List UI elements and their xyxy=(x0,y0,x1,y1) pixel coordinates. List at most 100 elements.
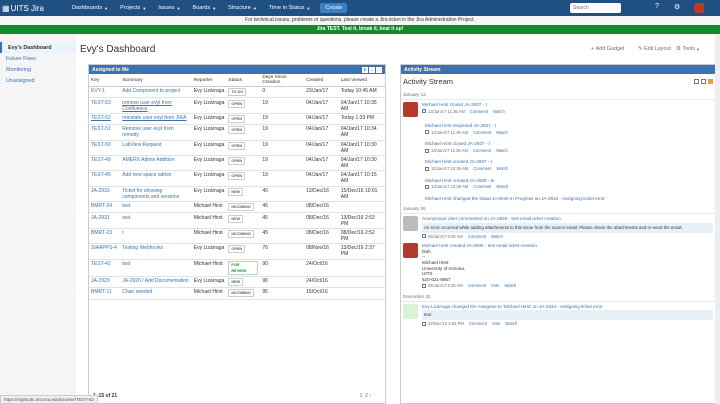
sidebar-item-future-fixes[interactable]: Future Fixes xyxy=(0,53,76,64)
issue-key-link[interactable]: TEST-45 xyxy=(91,172,111,178)
issue-summary-link[interactable]: remove user evyl from Confluence xyxy=(122,100,171,112)
activity-text[interactable]: Michael Hirst created JA-2937 - t xyxy=(425,159,713,165)
activity-action-comment[interactable]: Comment xyxy=(470,109,488,115)
issue-key-link[interactable]: JA-2929 xyxy=(91,278,110,284)
table-row[interactable]: JA-2931 test Michael Hirst NEW 45 08/Dec/16 13… xyxy=(89,212,385,229)
page-link[interactable]: 2 xyxy=(365,393,368,399)
nav-boards[interactable]: Boards ▼ xyxy=(186,0,222,16)
issue-key-link[interactable]: JA-2933 xyxy=(91,188,110,194)
column-header[interactable]: Key xyxy=(89,74,121,87)
table-row[interactable]: BMRT-23 t Michael Hirst INCOMING 45 08/Dec/16… xyxy=(89,228,385,245)
issue-key-link[interactable]: BMRT-23 xyxy=(91,230,112,236)
activity-action-comment[interactable]: Comment xyxy=(468,283,486,289)
app-switcher-icon[interactable]: ▦ xyxy=(2,4,10,13)
table-row[interactable]: EVY-1 Add Component to project Evy Lizárra… xyxy=(89,86,385,99)
table-row[interactable]: BMRT-24 test Michael Hirst INCOMING 45 08/Dec… xyxy=(89,201,385,214)
activity-action-watch[interactable]: Watch xyxy=(504,283,516,289)
table-row[interactable]: TEST-53 remove user evyl from Confluence E… xyxy=(89,97,385,114)
maximize-icon[interactable]: □ xyxy=(376,66,382,73)
page-link[interactable]: 1 xyxy=(360,393,363,399)
issue-key-link[interactable]: TEST-42 xyxy=(91,261,111,267)
column-header[interactable]: Status xyxy=(226,74,261,87)
tools-menu-button[interactable]: ⚙ Tools ▼ xyxy=(676,46,700,52)
issue-key-link[interactable]: BMRT-11 xyxy=(91,289,112,295)
table-row[interactable]: BMRT-11 Chair needed Michael Hirst INCOMING… xyxy=(89,287,385,300)
user-avatar[interactable] xyxy=(694,3,704,13)
activity-action-watch[interactable]: Watch xyxy=(491,234,503,240)
avatar[interactable] xyxy=(403,243,418,259)
activity-action-comment[interactable]: Comment xyxy=(473,166,491,172)
activity-action-watch[interactable]: Watch xyxy=(493,109,505,115)
activity-text[interactable]: Michael Hirst changed the status to Work… xyxy=(425,196,713,202)
avatar[interactable] xyxy=(403,102,418,117)
activity-action-watch[interactable]: Watch xyxy=(496,166,508,172)
table-row[interactable]: JA-2929 JA-2920 / Add Documentation Evy Li… xyxy=(89,276,385,289)
activity-action-watch[interactable]: Watch xyxy=(496,130,508,136)
activity-action-vote[interactable]: Vote xyxy=(492,321,500,327)
table-row[interactable]: TEST-51 Remove user evyl from remedy Evy L… xyxy=(89,124,385,141)
issue-summary-link[interactable]: Chair needed xyxy=(122,289,152,295)
activity-action-watch[interactable]: Watch xyxy=(496,148,508,154)
activity-text[interactable]: Michael Hirst reopened JA-2937 - t xyxy=(425,123,713,129)
activity-action-vote[interactable]: Vote xyxy=(491,283,499,289)
page-scrollbar[interactable] xyxy=(715,34,720,404)
issue-summary-link[interactable]: Add Component to project xyxy=(122,88,180,94)
search-input[interactable] xyxy=(570,3,621,13)
activity-text[interactable]: Anonymous User commented on JA-2935 - te… xyxy=(422,216,713,222)
table-row[interactable]: TEST-45 Add new space admin Evy Lizárraga O… xyxy=(89,170,385,187)
sidebar-item-monitoring[interactable]: Monitoring xyxy=(0,64,76,75)
nav-issues[interactable]: Issues ▼ xyxy=(152,0,186,16)
sidebar-item-evys-dashboard[interactable]: Evy's Dashboard xyxy=(0,42,76,53)
activity-text[interactable]: Michael Hirst created JA-2936 - te xyxy=(425,178,713,184)
column-header[interactable]: Days Since Creation xyxy=(260,74,305,87)
column-header[interactable]: Created xyxy=(304,74,339,87)
table-row[interactable]: TEST-42 test Michael Hirst FOR REVIEW 90 24/O… xyxy=(89,259,385,277)
avatar[interactable] xyxy=(403,216,418,232)
app-logo[interactable]: ▦ UITS Jira xyxy=(2,4,66,13)
refresh-icon[interactable]: ↻ xyxy=(362,66,368,73)
sidebar-item-unassigned[interactable]: Unassigned xyxy=(0,75,76,86)
nav-projects[interactable]: Projects ▼ xyxy=(114,0,152,16)
add-gadget-button[interactable]: + Add Gadget xyxy=(591,46,624,52)
issue-key-link[interactable]: TEST-50 xyxy=(91,142,111,148)
issue-summary-link[interactable]: JA-2920 / Add Documentation xyxy=(122,278,188,284)
column-header[interactable]: Last Viewed xyxy=(338,74,385,87)
issue-summary-link[interactable]: Add new space admin xyxy=(122,172,171,178)
issue-summary-link[interactable]: test xyxy=(122,261,130,267)
activity-action-comment[interactable]: Comment xyxy=(473,130,491,136)
issue-summary-link[interactable]: Remove user evyl from remedy xyxy=(122,126,173,138)
edit-layout-button[interactable]: ✎ Edit Layout xyxy=(638,46,671,52)
filter-icon[interactable] xyxy=(693,79,699,84)
activity-action-comment[interactable]: Comment xyxy=(473,184,491,190)
activity-action-watch[interactable]: Watch xyxy=(505,321,517,327)
activity-text[interactable]: Evy Lizárraga changed the Assignee to 'M… xyxy=(422,304,713,310)
nav-dashboards[interactable]: Dashboards ▼ xyxy=(66,0,114,16)
issue-summary-link[interactable]: AMERX Admin Addition xyxy=(122,157,174,163)
table-row[interactable]: JA-2933 Ticket for showing components and… xyxy=(89,186,385,203)
gear-icon[interactable]: ⚙ xyxy=(674,3,680,11)
column-header[interactable]: Summary xyxy=(120,74,192,87)
issue-summary-link[interactable]: Testing Webhooks xyxy=(122,245,163,251)
column-header[interactable]: Reporter xyxy=(191,74,227,87)
nav-structure[interactable]: Structure ▼ xyxy=(222,0,263,16)
table-row[interactable]: TEST-52 reinstate user evyl from JIRA Evy … xyxy=(89,113,385,126)
table-row[interactable]: TEST-49 AMERX Admin Addition Evy Lizárraga… xyxy=(89,155,385,172)
rss-feed-icon[interactable] xyxy=(708,79,713,84)
help-icon[interactable]: ? xyxy=(655,3,659,10)
issue-key-link[interactable]: JA-2931 xyxy=(91,215,110,221)
table-row[interactable]: SIAAPPS-4 Testing Webhooks Evy Lizárraga OP… xyxy=(89,243,385,260)
issue-summary-link[interactable]: Ticket for showing components and versio… xyxy=(122,188,179,200)
activity-action-comment[interactable]: Comment xyxy=(468,234,486,240)
issue-key-link[interactable]: TEST-49 xyxy=(91,157,111,163)
activity-text[interactable]: Michael Hirst closed JA-2937 - t xyxy=(422,102,713,108)
issue-summary-link[interactable]: test xyxy=(122,203,130,209)
table-row[interactable]: TEST-50 LabView Request Evy Lizárraga OPEN 1… xyxy=(89,140,385,156)
avatar[interactable] xyxy=(403,303,418,319)
issue-key-link[interactable]: TEST-51 xyxy=(91,126,111,132)
nav-time-in-status[interactable]: Time in Status ▼ xyxy=(263,0,317,16)
issue-summary-link[interactable]: LabView Request xyxy=(122,142,161,148)
issue-summary-link[interactable]: t xyxy=(122,230,123,236)
activity-action-comment[interactable]: Comment xyxy=(473,148,491,154)
activity-action-watch[interactable]: Watch xyxy=(496,184,508,190)
issue-key-link[interactable]: EVY-1 xyxy=(91,88,105,94)
